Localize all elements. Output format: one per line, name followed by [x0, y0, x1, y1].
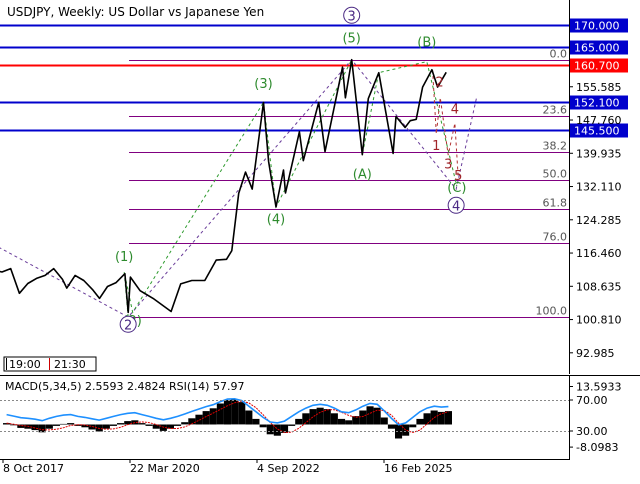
- macd-histogram-bar: [387, 424, 395, 429]
- wave-label: (1): [115, 250, 133, 265]
- macd-histogram-bar: [102, 424, 110, 429]
- price-tick-label: 108.635: [576, 280, 622, 293]
- macd-indicator-label: MACD(5,34,5) 2.5593 2.4824 RSI(14) 57.97: [5, 380, 244, 393]
- price-tick-label: 124.285: [576, 214, 622, 227]
- macd-histogram-bar: [223, 399, 231, 425]
- price-tick-label: 116.460: [576, 247, 622, 260]
- fib-level-label: 100.0: [536, 305, 568, 318]
- price-tick-label: 132.110: [576, 181, 622, 194]
- macd-histogram-bar: [316, 407, 324, 425]
- macd-histogram-bar: [409, 424, 417, 428]
- macd-histogram-bar: [245, 410, 253, 425]
- price-tick-label: 92.985: [576, 347, 615, 360]
- wave-label: 4: [451, 103, 459, 118]
- fib-level-label: 76.0: [543, 231, 568, 244]
- macd-histogram-bar: [45, 424, 53, 429]
- fib-level-label: 61.8: [543, 197, 568, 210]
- macd-histogram-bar: [138, 423, 146, 425]
- time-tick-label: 8 Oct 2017: [3, 462, 64, 475]
- macd-histogram-bar: [380, 417, 388, 425]
- macd-histogram-bar: [52, 424, 60, 426]
- chart-canvas: 0.0 23.6 38.2 50.0 61.8 76.0 100.0 170.000 165.0…: [0, 0, 640, 480]
- macd-histogram-bar: [174, 424, 182, 426]
- macd-histogram-bar: [423, 413, 431, 425]
- fib-level-label: 0.0: [550, 48, 568, 61]
- wave-label: 1: [432, 139, 440, 154]
- macd-histogram-bar: [31, 424, 39, 431]
- macd-histogram-bar: [266, 424, 274, 435]
- macd-histogram-bar: [366, 406, 374, 425]
- circled-wave-label: 4: [452, 199, 460, 214]
- price-tick-label: 155.585: [576, 81, 622, 94]
- time-box-right-value: 21:30: [54, 358, 86, 371]
- macd-histogram-bar: [288, 424, 296, 426]
- circled-wave-label: 3: [348, 9, 356, 24]
- wave-label: 3: [444, 157, 452, 172]
- macd-histogram-bar: [402, 424, 410, 436]
- macd-histogram-bar: [67, 423, 75, 425]
- fib-level-label: 23.6: [543, 104, 568, 117]
- wave-label: (5): [342, 31, 360, 46]
- time-box[interactable]: 19:00 21:30: [3, 356, 97, 372]
- macd-histogram-bar: [195, 414, 203, 425]
- macd-tick-label: 13.5933: [576, 381, 622, 394]
- macd-histogram-bar: [152, 424, 160, 429]
- wave-label: (4): [267, 212, 285, 227]
- macd-histogram-bar: [295, 418, 303, 425]
- wave-label: (A): [353, 167, 372, 182]
- price-tick-label: 147.760: [576, 114, 622, 127]
- macd-histogram-bar: [117, 423, 125, 425]
- macd-histogram-bar: [145, 424, 153, 426]
- macd-histogram-bar: [60, 423, 68, 425]
- time-tick-label: 22 Mar 2020: [130, 462, 200, 475]
- price-level-tag-label: 165.000: [574, 42, 620, 55]
- macd-histogram-bar: [181, 422, 189, 425]
- macd-histogram-bar: [109, 424, 117, 426]
- price-level-tag-label: 170.000: [574, 20, 620, 33]
- price-level-tag-label: 160.700: [574, 60, 620, 73]
- macd-histogram-bar: [259, 424, 267, 428]
- wave-label: 2: [435, 75, 443, 90]
- macd-tick-label: -8.0983: [576, 441, 618, 454]
- macd-histogram-bar: [209, 408, 217, 425]
- symbol-title: USDJPY, Weekly: US Dollar vs Japanese Ye…: [7, 5, 264, 19]
- macd-histogram-bar: [323, 409, 331, 425]
- macd-histogram-bar: [359, 410, 367, 425]
- macd-histogram-bar: [338, 418, 346, 425]
- macd-histogram-bar: [444, 411, 452, 425]
- price-tick-label: 100.810: [576, 314, 622, 327]
- time-box-left-value: 19:00: [9, 358, 41, 371]
- macd-histogram-bar: [3, 423, 11, 425]
- macd-histogram-bar: [330, 413, 338, 425]
- macd-histogram-bar: [416, 418, 424, 425]
- macd-histogram-bar: [17, 424, 25, 428]
- macd-histogram-bar: [216, 403, 224, 425]
- macd-histogram-bar: [437, 411, 445, 425]
- wave-label: (B): [417, 36, 436, 51]
- price-level-tag-label: 152.100: [574, 97, 620, 110]
- wave-label: (3): [254, 77, 272, 92]
- fib-level-label: 38.2: [543, 140, 568, 153]
- macd-tick-label: 70.00: [576, 394, 608, 407]
- macd-histogram-bar: [252, 418, 260, 425]
- macd-tick-label: 30.00: [576, 425, 608, 438]
- macd-histogram-bar: [88, 424, 96, 430]
- fib-level-label: 50.0: [543, 168, 568, 181]
- wave-label: 5: [454, 169, 462, 184]
- circled-wave-label: 2: [124, 318, 132, 333]
- macd-histogram-bar: [238, 402, 246, 425]
- time-tick-label: 4 Sep 2022: [257, 462, 320, 475]
- price-tick-label: 139.935: [576, 147, 622, 160]
- chart-svg: 0.0 23.6 38.2 50.0 61.8 76.0 100.0 170.000 165.0…: [0, 0, 640, 480]
- macd-histogram-bar: [309, 409, 317, 425]
- time-tick-label: 16 Feb 2025: [384, 462, 452, 475]
- macd-histogram-bar: [345, 420, 353, 425]
